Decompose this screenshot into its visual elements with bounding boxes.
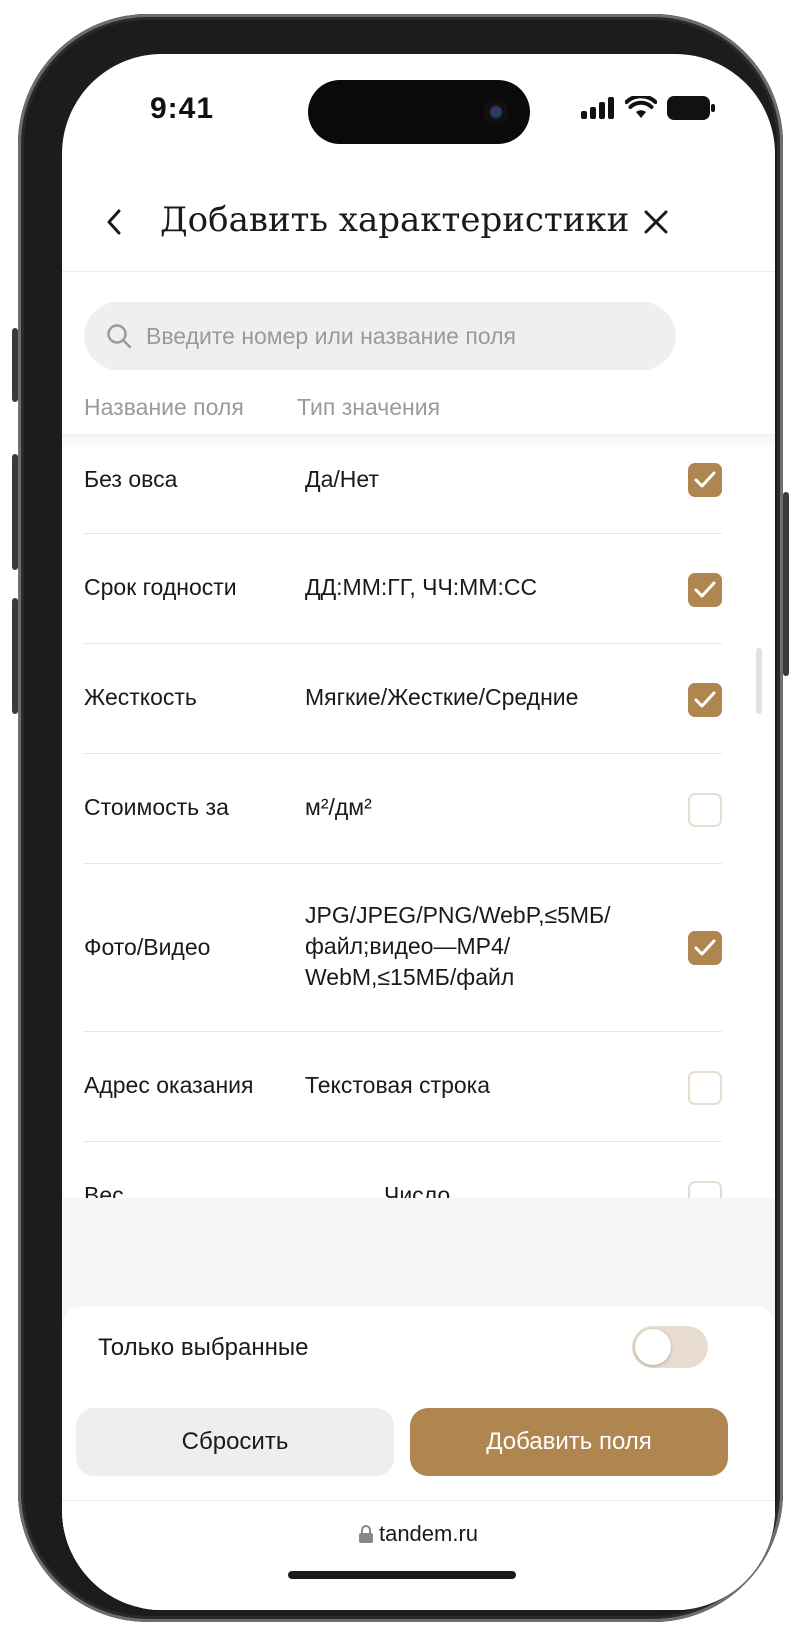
row-field-type: Мягкие/Жесткие/Средние <box>305 684 579 710</box>
checkmark-icon <box>694 939 716 956</box>
row-field-name: Срок годности <box>84 574 237 600</box>
row-field-type: м²/дм² <box>305 794 372 820</box>
checkmark-icon <box>694 471 716 488</box>
add-fields-button[interactable]: Добавить поля <box>410 1408 728 1476</box>
back-button[interactable] <box>90 198 138 246</box>
row-field-type: Текстовая строка <box>305 1072 491 1098</box>
checkmark-icon <box>694 691 716 708</box>
search-icon <box>107 324 132 349</box>
url-text: tandem.ru <box>378 1521 479 1546</box>
power-button <box>783 492 789 676</box>
row-checkbox[interactable] <box>688 463 722 497</box>
page-header: Добавить характеристики <box>62 172 775 272</box>
phone-frame: 9:41 Добавить характеристики Введите ном… <box>12 14 789 1622</box>
row-checkbox[interactable] <box>688 1181 722 1198</box>
column-header-type: Тип значения <box>297 394 441 420</box>
toggle-knob <box>635 1329 671 1365</box>
row-field-name: Адрес оказания <box>84 1072 254 1098</box>
scrollbar[interactable] <box>756 648 762 714</box>
row-field-name: Жесткость <box>84 684 197 710</box>
dynamic-island <box>308 80 530 144</box>
row-field-name: Фото/Видео <box>84 934 211 960</box>
lock-icon <box>358 1525 373 1543</box>
table-row[interactable]: Жесткость Мягкие/Жесткие/Средние <box>84 644 722 754</box>
only-selected-toggle[interactable] <box>632 1326 708 1368</box>
row-field-name: Стоимость за <box>84 794 229 820</box>
row-field-name: Вес <box>84 1182 124 1198</box>
wifi-icon <box>625 96 657 118</box>
row-checkbox[interactable] <box>688 683 722 717</box>
status-bar: 9:41 <box>62 54 775 154</box>
search-bar[interactable] <box>84 302 676 370</box>
volume-down-button <box>12 598 18 714</box>
only-selected-label: Только выбранные <box>98 1334 309 1361</box>
checkmark-icon <box>694 581 716 598</box>
reset-button[interactable]: Сбросить <box>76 1408 394 1476</box>
row-field-name: Без овса <box>84 466 178 492</box>
table-row[interactable]: Адрес оказания Текстовая строка <box>84 1032 722 1142</box>
row-field-type: Число <box>384 1182 451 1198</box>
chevron-left-icon <box>107 209 121 235</box>
row-field-type: JPG/JPEG/PNG/WebP,≤5МБ/ файл;видео—MP4/ … <box>305 902 611 990</box>
url-display[interactable]: tandem.ru <box>62 1521 775 1547</box>
table-row[interactable]: Стоимость за м²/дм² <box>84 754 722 864</box>
camera-icon <box>484 100 508 124</box>
table-row[interactable]: Фото/Видео JPG/JPEG/PNG/WebP,≤5МБ/ файл;… <box>84 864 722 1032</box>
home-indicator <box>288 1571 516 1579</box>
table-row[interactable]: Вес Число <box>84 1142 722 1198</box>
bottom-sheet: Только выбранные Сбросить Добавить поля <box>62 1306 775 1500</box>
table-row[interactable]: Срок годности ДД:ММ:ГГ, ЧЧ:ММ:СС <box>84 534 722 644</box>
field-list: Без овса Да/Нет Срок годности ДД:ММ:ГГ, … <box>62 438 775 1198</box>
screen: 9:41 Добавить характеристики Введите ном… <box>62 54 775 1610</box>
browser-url-bar[interactable]: tandem.ru <box>62 1500 775 1610</box>
close-icon <box>644 210 668 234</box>
battery-icon <box>667 96 715 120</box>
row-checkbox[interactable] <box>688 793 722 827</box>
row-field-type: Да/Нет <box>305 466 379 492</box>
page-title: Добавить характеристики <box>160 200 630 240</box>
row-checkbox[interactable] <box>688 573 722 607</box>
status-time: 9:41 <box>150 92 215 125</box>
search-input[interactable] <box>146 322 646 350</box>
cellular-signal-icon <box>581 97 614 119</box>
status-icons <box>581 94 715 122</box>
row-field-type: ДД:ММ:ГГ, ЧЧ:ММ:СС <box>305 574 538 600</box>
action-button <box>12 328 18 402</box>
close-button[interactable] <box>632 198 680 246</box>
row-checkbox[interactable] <box>688 1071 722 1105</box>
row-checkbox[interactable] <box>688 931 722 965</box>
volume-up-button <box>12 454 18 570</box>
column-header-name: Название поля <box>84 394 244 420</box>
table-row[interactable]: Без овса Да/Нет <box>84 438 722 534</box>
